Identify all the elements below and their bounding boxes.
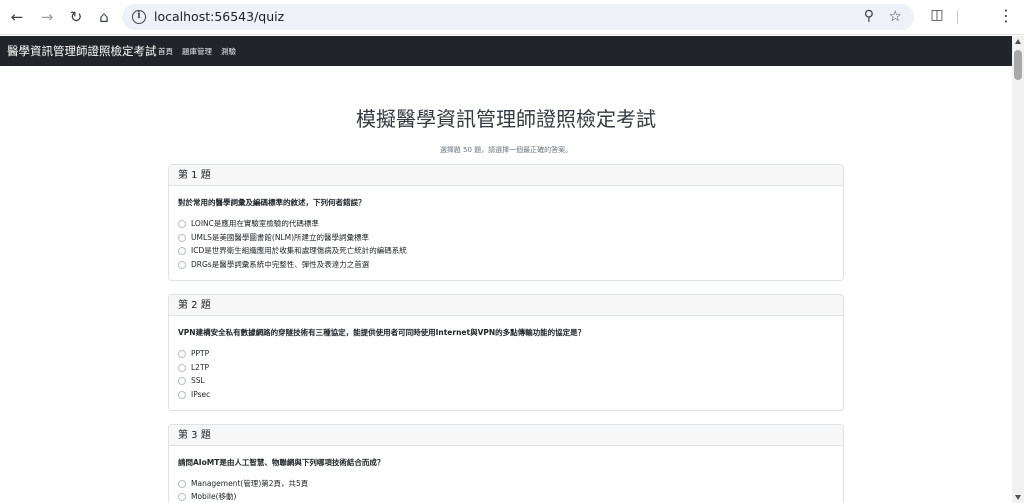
answer-option[interactable]: UMLS是美國醫學圖書館(NLM)所建立的醫學詞彙標準 xyxy=(178,232,369,243)
radio-button[interactable] xyxy=(178,390,186,399)
radio-button[interactable] xyxy=(178,479,186,488)
address-bar[interactable]: i localhost:56543/quiz ⚲ ☆ xyxy=(122,4,914,30)
answer-option[interactable]: Management(管理)第2頁，共5頁 xyxy=(178,478,308,489)
option-label[interactable]: PPTP xyxy=(191,349,209,358)
answer-option[interactable]: Mobile(移動) xyxy=(178,491,236,502)
question-text: 對於常用的醫學詞彙及編碼標準的敘述，下列何者錯誤？ xyxy=(178,198,366,207)
nav-link-quiz[interactable]: 測驗 xyxy=(221,46,236,57)
question-number: 第 2 題 xyxy=(169,295,843,316)
page-scrollbar[interactable] xyxy=(1012,36,1024,503)
page-subtitle: 選擇題 50 題，請選擇一個最正確的答案。 xyxy=(439,146,573,154)
radio-button[interactable] xyxy=(178,219,186,228)
answer-option[interactable]: PPTP xyxy=(178,348,209,359)
scroll-down-arrow-icon[interactable] xyxy=(1015,495,1021,500)
option-label[interactable]: Mobile(移動) xyxy=(191,491,236,502)
radio-button[interactable] xyxy=(178,260,186,269)
answer-option[interactable]: DRGs是醫學詞彙系統中完整性、彈性及表達力之首選 xyxy=(178,259,369,270)
toolbar-divider xyxy=(957,10,958,24)
option-label[interactable]: Management(管理)第2頁，共5頁 xyxy=(191,478,308,489)
question-text: VPN建構安全私有數據網路的穿隧技術有三種協定，能提供使用者可同時使用Inter… xyxy=(178,328,586,337)
browser-toolbar: ← → ↻ ⌂ i localhost:56543/quiz ⚲ ☆ ◫ ⋮ xyxy=(0,0,1024,35)
question-card: 第 2 題 VPN建構安全私有數據網路的穿隧技術有三種協定，能提供使用者可同時使… xyxy=(168,294,844,411)
question-text: 請問AIoMT是由人工智慧、物聯網與下列哪項技術結合而成？ xyxy=(178,458,385,467)
question-card: 第 3 題 請問AIoMT是由人工智慧、物聯網與下列哪項技術結合而成？ Mana… xyxy=(168,424,844,503)
question-card: 第 1 題 對於常用的醫學詞彙及編碼標準的敘述，下列何者錯誤？ LOINC是應用… xyxy=(168,164,844,281)
navbar-brand[interactable]: 醫學資訊管理師證照檢定考試 xyxy=(7,43,157,59)
radio-button[interactable] xyxy=(178,492,186,501)
radio-button[interactable] xyxy=(178,233,186,242)
option-label[interactable]: DRGs是醫學詞彙系統中完整性、彈性及表達力之首選 xyxy=(191,259,369,270)
option-label[interactable]: UMLS是美國醫學圖書館(NLM)所建立的醫學詞彙標準 xyxy=(191,232,369,243)
address-url[interactable]: localhost:56543/quiz xyxy=(154,9,284,24)
zoom-icon[interactable]: ⚲ xyxy=(864,8,874,24)
app-navbar: 醫學資訊管理師證照檢定考試 首頁 題庫管理 測驗 xyxy=(0,36,1012,66)
option-label[interactable]: SSL xyxy=(191,376,205,385)
radio-button[interactable] xyxy=(178,363,186,372)
answer-option[interactable]: LOINC是應用在實驗室檢驗的代碼標準 xyxy=(178,218,319,229)
option-label[interactable]: IPsec xyxy=(191,390,210,399)
nav-link-question-bank[interactable]: 題庫管理 xyxy=(182,46,212,57)
question-number: 第 1 題 xyxy=(169,165,843,186)
question-number: 第 3 題 xyxy=(169,425,843,446)
radio-button[interactable] xyxy=(178,376,186,385)
scroll-up-arrow-icon[interactable] xyxy=(1015,39,1021,44)
back-arrow-icon[interactable]: ← xyxy=(6,6,28,28)
option-label[interactable]: LOINC是應用在實驗室檢驗的代碼標準 xyxy=(191,218,319,229)
answer-option[interactable]: L2TP xyxy=(178,362,209,373)
reload-icon[interactable]: ↻ xyxy=(65,6,87,28)
answer-option[interactable]: SSL xyxy=(178,375,205,386)
site-info-icon[interactable]: i xyxy=(132,10,146,24)
browser-menu-icon[interactable]: ⋮ xyxy=(998,6,1014,28)
bookmark-star-icon[interactable]: ☆ xyxy=(889,7,902,25)
navbar-links: 首頁 題庫管理 測驗 xyxy=(158,46,236,57)
forward-arrow-icon[interactable]: → xyxy=(36,6,58,28)
radio-button[interactable] xyxy=(178,349,186,358)
option-label[interactable]: L2TP xyxy=(191,363,209,372)
nav-link-home[interactable]: 首頁 xyxy=(158,46,173,57)
page-title: 模擬醫學資訊管理師證照檢定考試 xyxy=(356,107,656,131)
quiz-page: 模擬醫學資訊管理師證照檢定考試 選擇題 50 題，請選擇一個最正確的答案。 第 … xyxy=(0,66,1012,503)
scrollbar-thumb[interactable] xyxy=(1014,50,1022,80)
radio-button[interactable] xyxy=(178,246,186,255)
answer-option[interactable]: ICD是世界衛生組織應用於收集和處理傷病及死亡統計的編碼系統 xyxy=(178,245,407,256)
option-label[interactable]: ICD是世界衛生組織應用於收集和處理傷病及死亡統計的編碼系統 xyxy=(191,245,407,256)
answer-option[interactable]: IPsec xyxy=(178,389,210,400)
home-icon[interactable]: ⌂ xyxy=(93,6,115,28)
extensions-icon[interactable]: ◫ xyxy=(928,7,946,25)
